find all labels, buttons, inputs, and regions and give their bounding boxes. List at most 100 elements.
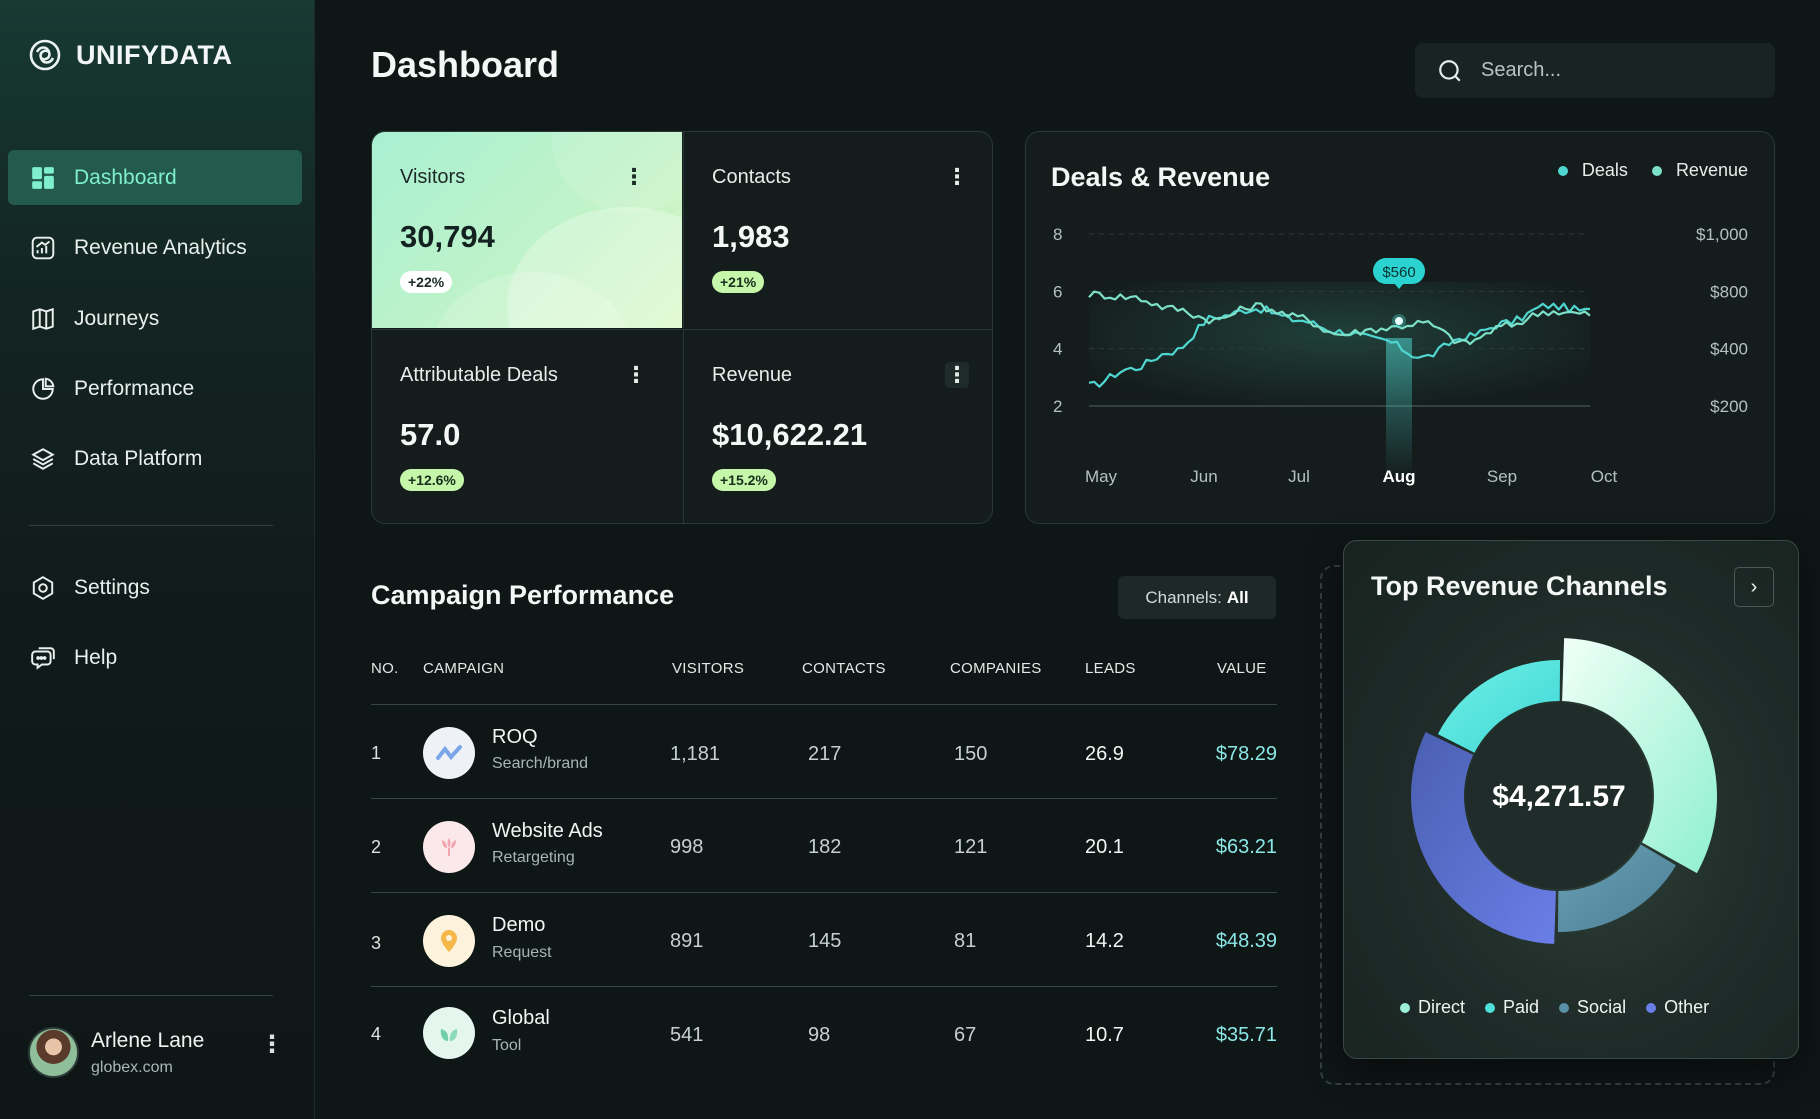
sidebar-item-revenue-analytics[interactable]: Revenue Analytics xyxy=(8,220,302,275)
row-number: 2 xyxy=(371,837,382,857)
top-revenue-channels-card[interactable]: Top Revenue Channels › $4,271.57 Direct … xyxy=(1343,540,1799,1059)
legend-label: Social xyxy=(1577,997,1627,1017)
column-header-value[interactable]: VALUE xyxy=(1217,660,1267,677)
sidebar-divider xyxy=(29,995,273,996)
y-tick-label: 2 xyxy=(1053,397,1062,416)
legend-dot xyxy=(1485,1003,1496,1013)
x-tick-label: Oct xyxy=(1591,467,1618,486)
column-header-visitors[interactable]: VISITORS xyxy=(672,660,744,677)
sidebar-item-label: Help xyxy=(74,645,118,669)
stat-value: 30,794 xyxy=(400,219,495,254)
stat-change-badge: +21% xyxy=(712,271,765,293)
deals-revenue-chart[interactable]: 8$1,0006$8004$4002$200MayJunJulAugSepOct… xyxy=(1026,132,1776,525)
sidebar-item-journeys[interactable]: Journeys xyxy=(8,291,302,346)
revenue-channels-donut[interactable]: $4,271.57 xyxy=(1344,541,1800,1060)
x-tick-label: Jun xyxy=(1190,467,1217,486)
stat-change-badge: +22% xyxy=(400,271,453,293)
sidebar-item-help[interactable]: Help xyxy=(8,630,302,685)
y2-tick-label: $1,000 xyxy=(1696,225,1748,244)
campaign-title: Campaign Performance xyxy=(371,580,675,610)
legend-label: Other xyxy=(1664,997,1710,1017)
sidebar-item-data-platform[interactable]: Data Platform xyxy=(8,431,302,486)
annotation-label: $560 xyxy=(1382,264,1415,281)
legend-item-direct[interactable]: Direct xyxy=(1400,997,1465,1018)
stat-card-revenue[interactable]: Revenue $10,622.21 +15.2% ⋮ xyxy=(683,329,992,523)
legend-item-paid[interactable]: Paid xyxy=(1485,997,1539,1018)
stat-change-badge: +12.6% xyxy=(400,469,464,491)
more-icon[interactable]: ⋮ xyxy=(945,362,969,388)
y-tick-label: 6 xyxy=(1053,282,1062,301)
row-number: 4 xyxy=(371,1024,382,1044)
user-more-icon[interactable]: ⋮ xyxy=(260,1030,284,1059)
column-header-no[interactable]: NO. xyxy=(371,660,399,677)
visitors-value: 998 xyxy=(670,836,704,858)
campaign-value: $78.29 xyxy=(1215,743,1277,765)
companies-value: 121 xyxy=(954,836,988,858)
contacts-value: 217 xyxy=(808,743,842,765)
campaign-subtitle: Search/brand xyxy=(492,755,589,772)
legend-label: Direct xyxy=(1418,997,1466,1017)
stat-change-badge: +15.2% xyxy=(712,469,776,491)
sidebar-divider xyxy=(29,525,273,526)
avatar xyxy=(28,1027,79,1078)
stats-grid: Visitors 30,794 +22% ⋮ Contacts 1,983 +2… xyxy=(371,131,993,524)
leads-value: 26.9 xyxy=(1085,743,1124,765)
settings-icon xyxy=(32,575,54,600)
leads-value: 14.2 xyxy=(1085,930,1124,952)
stat-card-visitors[interactable]: Visitors 30,794 +22% ⋮ xyxy=(372,132,682,328)
help-icon xyxy=(31,646,55,670)
sidebar-item-label: Settings xyxy=(74,575,150,599)
legend-item-other[interactable]: Other xyxy=(1646,997,1709,1018)
campaign-value: $48.39 xyxy=(1215,930,1277,952)
sidebar-item-performance[interactable]: Performance xyxy=(8,361,302,416)
brand[interactable]: UNIFYDATA xyxy=(28,38,232,72)
contacts-value: 145 xyxy=(808,930,842,952)
campaign-subtitle: Retargeting xyxy=(492,849,575,866)
channels-filter-button[interactable]: Channels: All xyxy=(1118,576,1276,619)
visitors-value: 541 xyxy=(670,1024,704,1046)
stat-value: $10,622.21 xyxy=(712,417,868,452)
column-header-companies[interactable]: COMPANIES xyxy=(950,660,1042,677)
stat-card-contacts[interactable]: Contacts 1,983 +21% ⋮ xyxy=(683,132,992,328)
table-row[interactable]: 4 Global Tool 541 98 67 10.7 $35.71 xyxy=(371,986,1277,1081)
search-bar[interactable] xyxy=(1415,43,1775,98)
search-input[interactable] xyxy=(1481,59,1741,82)
visitors-value: 891 xyxy=(670,930,704,952)
column-header-contacts[interactable]: CONTACTS xyxy=(802,660,886,677)
user-email: globex.com xyxy=(91,1058,173,1076)
sidebar-item-dashboard[interactable]: Dashboard xyxy=(8,150,302,205)
legend-dot xyxy=(1400,1003,1410,1013)
companies-value: 67 xyxy=(954,1024,977,1046)
highlight-column xyxy=(1386,338,1412,478)
y-tick-label: 4 xyxy=(1053,340,1062,359)
table-row[interactable]: 2 Website Ads Retargeting 998 182 121 20… xyxy=(371,798,1277,893)
column-header-leads[interactable]: LEADS xyxy=(1085,660,1136,677)
more-icon[interactable]: ⋮ xyxy=(622,164,646,190)
sidebar-item-label: Data Platform xyxy=(74,446,203,470)
more-icon[interactable]: ⋮ xyxy=(945,164,969,190)
sidebar-item-settings[interactable]: Settings xyxy=(8,560,302,615)
table-row[interactable]: 1 ROQ Search/brand 1,181 217 150 26.9 $7… xyxy=(371,704,1277,799)
sidebar-item-label: Journeys xyxy=(74,306,160,330)
campaign-value: $63.21 xyxy=(1215,836,1277,858)
y2-tick-label: $200 xyxy=(1710,397,1748,416)
annotation-marker xyxy=(1395,317,1403,325)
legend-dot xyxy=(1559,1003,1570,1013)
search-icon xyxy=(1439,59,1461,82)
x-tick-label: Jul xyxy=(1288,467,1310,486)
sidebar-item-label: Performance xyxy=(74,376,195,400)
table-row[interactable]: 3 Demo Request 891 145 81 14.2 $48.39 xyxy=(371,892,1277,987)
sidebar-item-label: Dashboard xyxy=(74,165,177,189)
legend-item-social[interactable]: Social xyxy=(1559,997,1626,1018)
brand-name: UNIFYDATA xyxy=(76,39,233,70)
layers-icon xyxy=(31,447,55,470)
more-icon[interactable]: ⋮ xyxy=(624,362,648,388)
campaign-name: ROQ xyxy=(492,726,538,748)
user-profile[interactable]: Arlene Lane globex.com xyxy=(28,1027,204,1078)
x-tick-label: Sep xyxy=(1487,467,1517,486)
stat-card-attributable-deals[interactable]: Attributable Deals 57.0 +12.6% ⋮ xyxy=(372,329,682,523)
column-header-campaign[interactable]: CAMPAIGN xyxy=(423,660,504,677)
contacts-value: 182 xyxy=(808,836,842,858)
row-number: 3 xyxy=(371,933,382,953)
donut-legend: Direct Paid Social Other xyxy=(1400,997,1709,1018)
